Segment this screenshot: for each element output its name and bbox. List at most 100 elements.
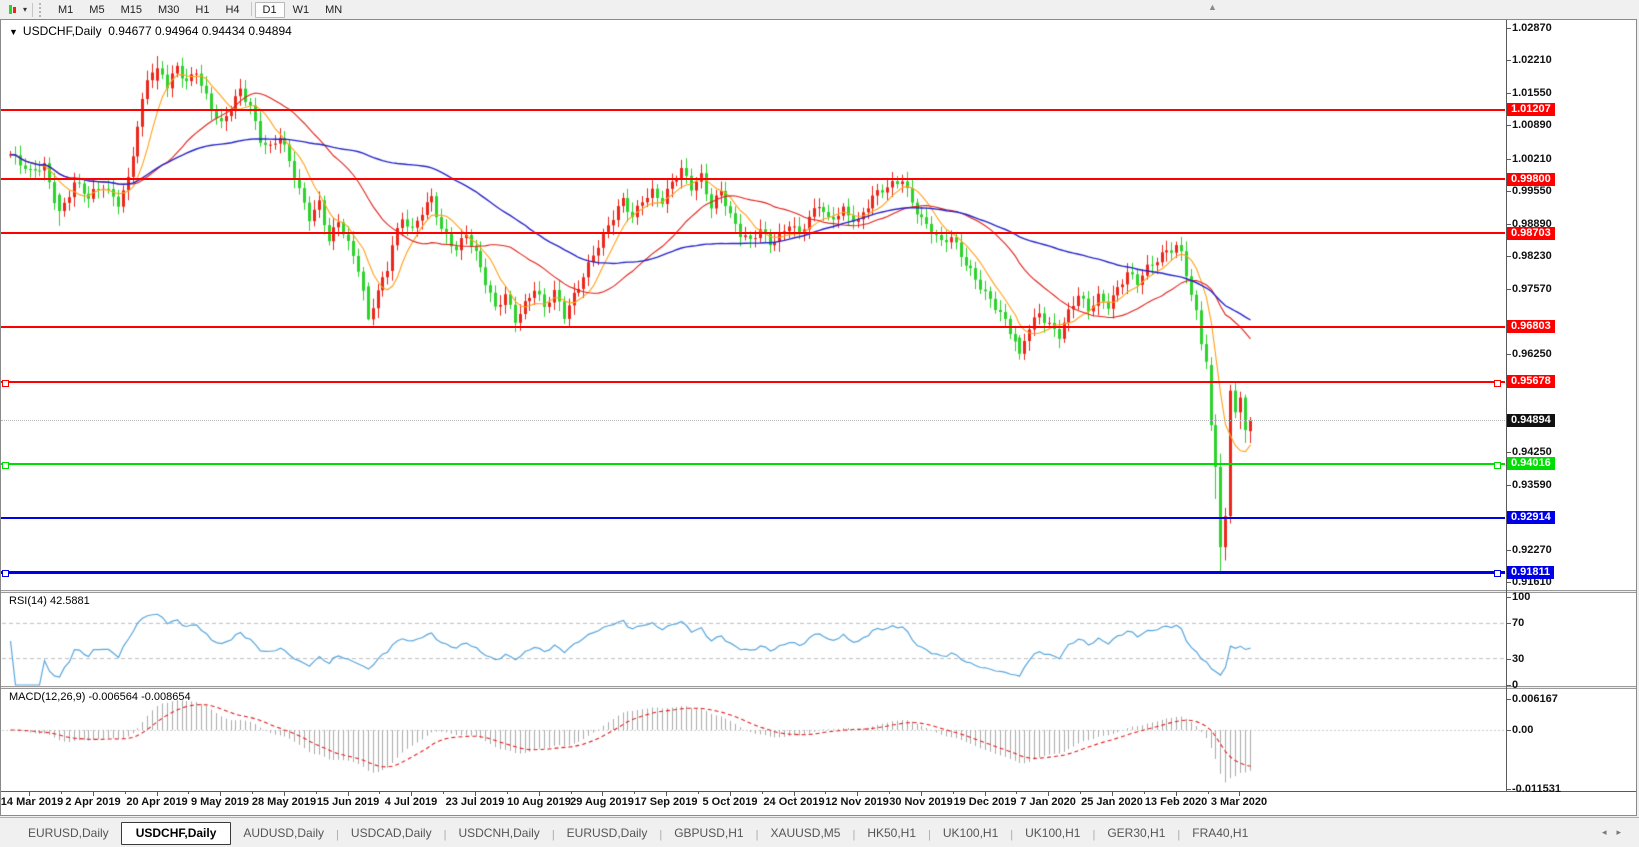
timeframe-button-w1[interactable]: W1 [285, 2, 318, 18]
price-horizontal-line[interactable] [1, 232, 1505, 234]
chart-type-dropdown-caret[interactable]: ▾ [23, 2, 27, 17]
symbol-tab-bar: EURUSD,DailyUSDCHF,DailyAUDUSD,Daily|USD… [0, 817, 1639, 847]
price-axis-tick [1507, 256, 1511, 257]
timeframe-button-m30[interactable]: M30 [150, 2, 187, 18]
date-axis-label: 7 Jan 2020 [1020, 796, 1076, 808]
tab-xauusd-m5[interactable]: XAUUSD,M5 [758, 823, 852, 844]
line-drag-handle[interactable] [1494, 570, 1501, 577]
rsi-axis-label: 30 [1512, 653, 1524, 665]
timeframe-button-m1[interactable]: M1 [50, 2, 81, 18]
rsi-axis-tick [1507, 623, 1511, 624]
timeframe-button-m15[interactable]: M15 [113, 2, 150, 18]
rsi-axis-tick [1507, 659, 1511, 660]
price-axis-tick [1507, 582, 1511, 583]
timeframe-button-d1[interactable]: D1 [255, 2, 285, 18]
price-axis-tick [1507, 93, 1511, 94]
date-axis-tick [475, 791, 476, 796]
line-drag-handle[interactable] [2, 380, 9, 387]
price-axis-tick [1507, 125, 1511, 126]
timeframe-button-mn[interactable]: MN [317, 2, 350, 18]
collapse-quote-icon[interactable]: ▼ [9, 27, 18, 37]
timeframe-button-h4[interactable]: H4 [217, 2, 247, 18]
date-axis-minor-tick [571, 791, 572, 794]
price-axis-label: 1.01550 [1512, 87, 1552, 99]
tab-uk100-h1[interactable]: UK100,H1 [931, 823, 1010, 844]
date-axis-tick [284, 791, 285, 796]
date-axis-minor-tick [61, 791, 62, 794]
price-axis-tick [1507, 60, 1511, 61]
price-axis-tick [1507, 452, 1511, 453]
date-axis-label: 10 Aug 2019 [507, 796, 571, 808]
tab-scroll-left-icon[interactable]: ◂ [1602, 827, 1617, 837]
date-axis-tick [220, 791, 221, 796]
date-axis-label: 20 Apr 2019 [126, 796, 187, 808]
macd-axis-label: 0.00 [1512, 724, 1533, 736]
price-horizontal-line[interactable] [1, 463, 1505, 465]
tab-eurusd-daily[interactable]: EURUSD,Daily [16, 823, 121, 844]
tab-eurusd-daily[interactable]: EURUSD,Daily [555, 823, 660, 844]
price-horizontal-line[interactable] [1, 178, 1505, 180]
date-axis-label: 3 Mar 2020 [1211, 796, 1267, 808]
date-axis-label: 9 May 2019 [191, 796, 249, 808]
price-axis-label: 1.00890 [1512, 119, 1552, 131]
tab-hk50-h1[interactable]: HK50,H1 [855, 823, 928, 844]
price-axis-badge: 0.99800 [1507, 173, 1555, 186]
macd-panel-splitter[interactable] [1, 686, 1636, 689]
timeframe-button-m5[interactable]: M5 [81, 2, 112, 18]
tab-scroll-arrows[interactable]: ◂▸ [1602, 827, 1631, 838]
price-horizontal-line[interactable] [1, 517, 1505, 519]
rsi-axis-label: 100 [1512, 591, 1530, 603]
date-axis-minor-tick [379, 791, 380, 794]
toolbar-drag-grip[interactable] [39, 3, 44, 17]
chart-scroll-to-end-icon[interactable]: ▲ [1208, 2, 1217, 12]
tab-uk100-h1[interactable]: UK100,H1 [1013, 823, 1092, 844]
tab-fra40-h1[interactable]: FRA40,H1 [1180, 823, 1260, 844]
price-axis-badge: 0.91811 [1507, 566, 1554, 579]
date-axis-tick [602, 791, 603, 796]
date-axis-minor-tick [443, 791, 444, 794]
tab-usdchf-daily[interactable]: USDCHF,Daily [121, 822, 232, 845]
timeframe-button-h1[interactable]: H1 [187, 2, 217, 18]
tab-usdcad-daily[interactable]: USDCAD,Daily [339, 823, 444, 844]
date-axis-label: 25 Jan 2020 [1081, 796, 1143, 808]
tab-scroll-right-icon[interactable]: ▸ [1616, 827, 1631, 837]
date-axis-label: 12 Nov 2019 [825, 796, 889, 808]
price-axis-tick [1507, 191, 1511, 192]
date-axis-minor-tick [507, 791, 508, 794]
tab-usdcnh-daily[interactable]: USDCNH,Daily [446, 823, 551, 844]
rsi-panel-splitter[interactable] [1, 590, 1636, 593]
date-axis-label: 29 Aug 2019 [570, 796, 634, 808]
price-axis-tick [1507, 289, 1511, 290]
price-horizontal-line[interactable] [1, 381, 1505, 383]
tab-gbpusd-h1[interactable]: GBPUSD,H1 [662, 823, 755, 844]
date-axis-minor-tick [1208, 791, 1209, 794]
line-drag-handle[interactable] [2, 570, 9, 577]
date-axis-minor-tick [1144, 791, 1145, 794]
price-horizontal-line[interactable] [1, 109, 1505, 111]
price-axis-label: 0.92270 [1512, 544, 1552, 556]
price-axis-label: 1.00210 [1512, 153, 1552, 165]
macd-indicator-label: MACD(12,26,9) -0.006564 -0.008654 [9, 691, 191, 703]
chart-type-icon[interactable] [3, 2, 21, 17]
price-horizontal-line[interactable] [1, 326, 1505, 328]
rsi-axis-tick [1507, 597, 1511, 598]
price-axis-badge: 0.96803 [1507, 320, 1555, 333]
date-axis-tick [985, 791, 986, 796]
date-axis-label: 14 Mar 2019 [1, 796, 63, 808]
date-axis-label: 28 May 2019 [252, 796, 316, 808]
date-axis-label: 17 Sep 2019 [635, 796, 698, 808]
line-drag-handle[interactable] [2, 462, 9, 469]
price-axis-label: 0.99550 [1512, 185, 1552, 197]
tab-audusd-daily[interactable]: AUDUSD,Daily [231, 823, 336, 844]
main-chart-canvas[interactable] [1, 20, 1506, 590]
date-axis-tick [157, 791, 158, 796]
price-axis-tick [1507, 550, 1511, 551]
line-drag-handle[interactable] [1494, 462, 1501, 469]
macd-panel-canvas[interactable] [1, 689, 1506, 791]
tab-ger30-h1[interactable]: GER30,H1 [1095, 823, 1177, 844]
date-axis-tick [666, 791, 667, 796]
line-drag-handle[interactable] [1494, 380, 1501, 387]
chart-ohlc-quote: 0.94677 0.94964 0.94434 0.94894 [108, 24, 292, 38]
rsi-panel-canvas[interactable] [1, 593, 1506, 686]
price-horizontal-line[interactable] [1, 571, 1505, 574]
